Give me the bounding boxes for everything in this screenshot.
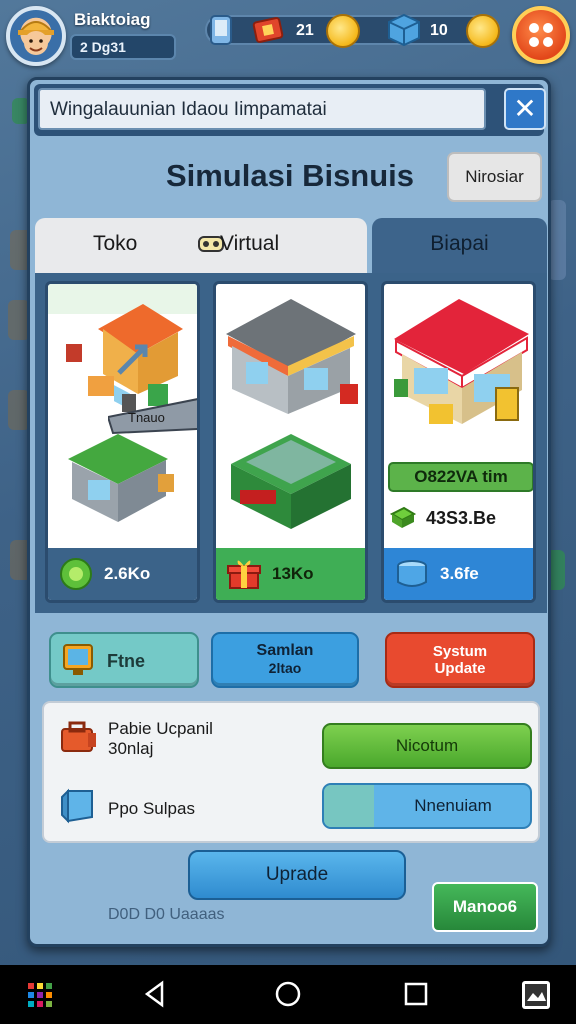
store-building-illustration xyxy=(394,299,529,424)
screen-icon xyxy=(63,644,93,675)
barrel-icon xyxy=(397,560,427,587)
title-side-button[interactable]: Nirosiar xyxy=(447,152,542,202)
upgrade-label-1-line-2: 30nlaj xyxy=(108,739,154,758)
header-text-field[interactable]: Wingalauunian Idaou Iimpamatai xyxy=(38,88,486,130)
tnauo-sign: Tnauo xyxy=(108,398,197,435)
home-icon[interactable] xyxy=(274,979,302,1009)
menu-button[interactable] xyxy=(512,6,570,64)
card-footer: 2.6Ko xyxy=(48,548,197,600)
worker-face-icon xyxy=(17,21,55,55)
phone-icon[interactable] xyxy=(205,14,237,46)
samlan-line-1: Samlan xyxy=(256,642,314,659)
smiley-coin-icon xyxy=(466,14,500,48)
nnenuiam-button-label: Nnenuiam xyxy=(414,796,492,815)
resource-count-1: 21 xyxy=(296,22,314,39)
business-card-market[interactable]: 13Ko xyxy=(213,281,368,603)
market-buildings-illustration xyxy=(226,299,358,529)
player-name: Biaktoiag xyxy=(74,10,151,29)
panel-header: Wingalauunian Idaou Iimpamatai ✕ xyxy=(34,84,546,136)
tnauo-sign-text: Tnauo xyxy=(128,410,165,425)
film-button[interactable]: Ftne xyxy=(49,632,199,688)
top-hud: Biaktoiag 2 Dg31 21 10 xyxy=(0,0,576,70)
business-card-shop[interactable]: $ Tnauo xyxy=(45,281,200,603)
samlan-button[interactable]: Samlan 2ltao xyxy=(211,632,359,688)
business-simulation-panel: Wingalauunian Idaou Iimpamatai ✕ Simulas… xyxy=(27,77,551,947)
tab-label-toko: Toko xyxy=(93,232,138,255)
panel-title: Simulasi Bisnuis xyxy=(165,158,415,193)
money-row: 43S3.Be xyxy=(390,506,496,530)
next-button[interactable]: Manoo6 xyxy=(432,882,538,932)
nnenuiam-button-segment xyxy=(324,785,374,827)
system-update-line-2: Update xyxy=(434,660,486,677)
samlan-line-2: 2ltao xyxy=(268,660,302,676)
money-value: 43S3.Be xyxy=(426,507,497,528)
toolbox-icon xyxy=(61,721,96,752)
business-card-store[interactable]: O822VA tim 43S3.Be 3.6fe xyxy=(381,281,536,603)
card-footer-value: 2.6Ko xyxy=(104,564,151,583)
gear-coin-icon xyxy=(60,558,92,590)
business-cards-area: $ Tnauo xyxy=(35,273,547,613)
player-sub-stat: 2 Dg31 xyxy=(70,34,176,60)
card-footer-value: 13Ko xyxy=(272,564,314,583)
resource-count-2: 10 xyxy=(430,22,448,39)
dots-icon xyxy=(529,23,553,47)
upgrade-options-box: Pabie Ucpanil 30nlaj Ppo Sulpas Nicotum … xyxy=(42,701,540,843)
ticket-icon[interactable] xyxy=(252,14,284,46)
app-grid-icon[interactable] xyxy=(26,981,54,1009)
system-update-line-1: Systum xyxy=(432,643,488,660)
nicotum-button[interactable]: Nicotum xyxy=(322,723,532,769)
upgrade-button[interactable]: Uprade xyxy=(188,850,406,900)
coin-icon xyxy=(326,14,360,48)
upgrade-label-1-line-1: Pabie Ucpanil xyxy=(108,719,213,738)
tab-biapai[interactable]: Biapai xyxy=(372,218,547,276)
cash-stack-icon xyxy=(390,506,416,528)
tab-label-virtual: Virtual xyxy=(220,232,280,255)
player-avatar[interactable] xyxy=(6,6,66,66)
tab-toko-virtual[interactable]: Toko Virtual xyxy=(35,218,367,276)
upgrade-label-2: Ppo Sulpas xyxy=(108,799,195,818)
card-footer: 3.6fe xyxy=(384,548,533,600)
android-navigation-bar xyxy=(0,965,576,1024)
back-icon[interactable] xyxy=(142,979,168,1009)
film-button-label: Ftne xyxy=(107,651,145,671)
gift-box-icon xyxy=(227,560,261,589)
recent-apps-icon[interactable] xyxy=(402,979,430,1009)
crate-icon[interactable] xyxy=(386,12,422,48)
faded-footer-text: D0D D0 Uaaaas xyxy=(108,906,225,923)
arrow-icon xyxy=(117,344,148,375)
close-button[interactable]: ✕ xyxy=(504,88,546,130)
blue-cube-icon xyxy=(61,788,93,824)
screenshot-icon[interactable] xyxy=(520,979,552,1011)
system-update-button[interactable]: Systum Update xyxy=(385,632,535,688)
card-footer-value: 3.6fe xyxy=(440,564,479,583)
card-footer: 13Ko xyxy=(216,548,365,600)
nnenuiam-button[interactable]: Nnenuiam xyxy=(322,783,532,829)
price-tag: O822VA tim xyxy=(388,462,533,492)
action-button-row: Ftne Samlan 2ltao Systum Update xyxy=(35,622,547,692)
